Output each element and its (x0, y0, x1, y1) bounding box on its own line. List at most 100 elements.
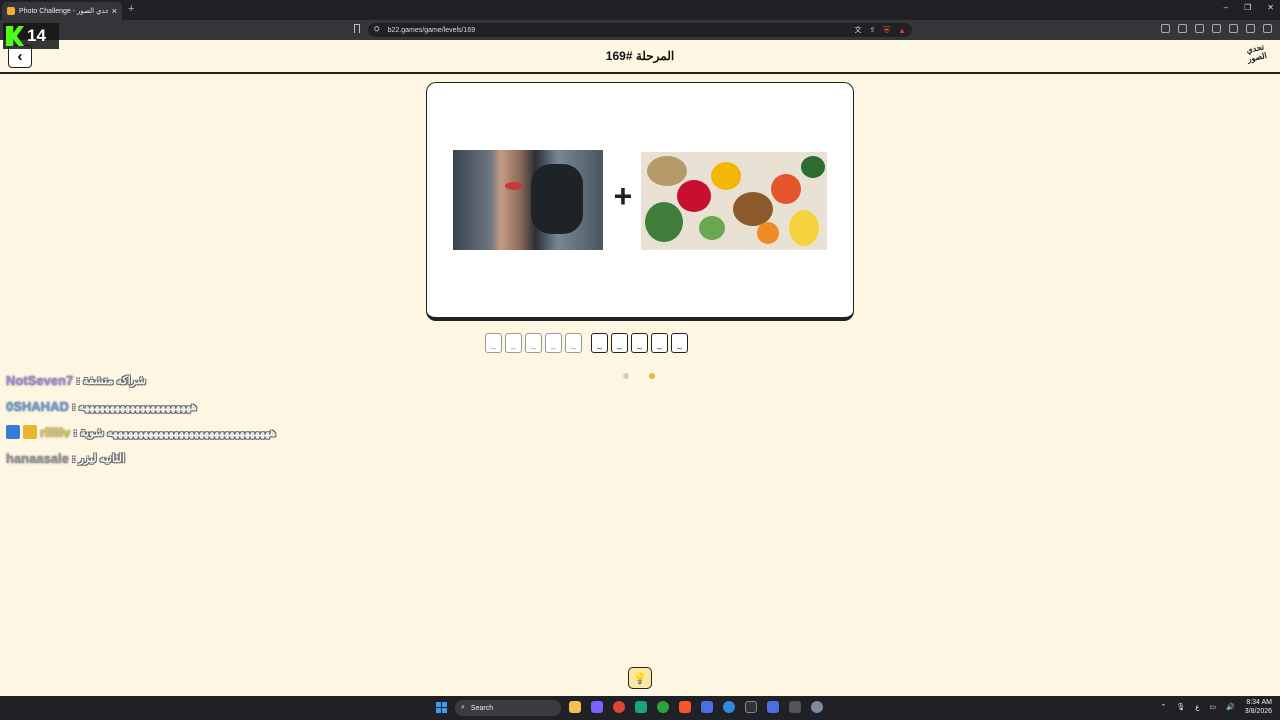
progress-dots (623, 373, 655, 379)
brave-icon[interactable] (679, 701, 691, 713)
restore-button[interactable]: ❐ (1244, 3, 1251, 12)
slit-lamp-detail (531, 164, 583, 234)
extensions-area (1161, 24, 1272, 33)
letter-slot[interactable]: _ (525, 333, 542, 353)
food-detail (699, 216, 725, 240)
chat-badge-icon (23, 425, 37, 439)
chat-text: : شراكه متشفة (76, 374, 146, 387)
translate-icon[interactable]: 文 (854, 25, 861, 35)
chrome-icon[interactable] (613, 701, 625, 713)
letter-slot[interactable]: _ (565, 333, 582, 353)
game-logo: تحدي الصور (1245, 42, 1268, 64)
letter-slot[interactable]: _ (591, 333, 608, 353)
chat-message: 0SHAHAD: ههههههههههههههههههههههه (6, 393, 276, 419)
mic-icon[interactable]: 🎙 (1176, 703, 1185, 711)
address-bar[interactable]: ⛭ b22.games/game/levels/169 文 ⇪ ⛨ ▲ (368, 23, 912, 37)
sidebar-icon[interactable] (1161, 24, 1170, 33)
new-tab-button[interactable]: + (128, 3, 134, 15)
clock-time: 8:34 AM (1246, 699, 1272, 706)
url-text: b22.games/game/levels/169 (387, 26, 476, 34)
windows-taskbar: ⌕ Search ⌃ 🎙 ع ▭ 🔊 8:34 AM 3/8/2026 (0, 696, 1280, 720)
language-indicator[interactable]: ع (1195, 703, 1199, 711)
eye-exam-image (453, 150, 603, 250)
settings-icon[interactable] (811, 701, 823, 713)
game-header: ‹ المرحلة #169 تحدي الصور (0, 40, 1280, 74)
eye-detail (505, 182, 523, 190)
food-detail (647, 156, 687, 186)
wallet-icon[interactable] (1212, 24, 1221, 33)
clock[interactable]: 8:34 AM 3/8/2026 (1245, 698, 1272, 716)
rewards-icon[interactable]: ▲ (898, 26, 906, 35)
chat-text: : الثانيه ليزر (71, 452, 126, 465)
letter-slot[interactable]: _ (611, 333, 628, 353)
puzzle-card: + (426, 82, 854, 321)
terminal-icon[interactable] (789, 701, 801, 713)
start-icon[interactable] (436, 702, 447, 713)
clock-date: 3/8/2026 (1244, 708, 1272, 715)
chat-message: hanaasale: الثانيه ليزر (6, 445, 276, 471)
share-icon[interactable]: ⇪ (869, 26, 875, 34)
food-detail (645, 202, 683, 242)
edge-icon[interactable] (723, 701, 735, 713)
plus-sign: + (613, 178, 633, 214)
stream-chat: NotSeven7: شراكه متشفة 0SHAHAD: ههههههههه… (6, 367, 276, 471)
bookmark-icon[interactable] (354, 24, 360, 33)
extensions-icon[interactable] (1229, 24, 1238, 33)
letter-slot[interactable]: _ (545, 333, 562, 353)
answer-word-2: _ _ _ _ _ (591, 333, 688, 353)
taskbar-search[interactable]: ⌕ Search (455, 700, 561, 716)
app-icon[interactable] (635, 701, 647, 713)
chat-badge-icon (6, 425, 20, 439)
reading-list-icon[interactable] (1195, 24, 1204, 33)
browser-toolbar: ⛭ b22.games/game/levels/169 文 ⇪ ⛨ ▲ (0, 20, 1280, 40)
discord-icon[interactable] (591, 701, 603, 713)
shield-app-icon[interactable] (701, 701, 713, 713)
chat-text: : ههههههههههههههههههههههه (71, 400, 197, 413)
letter-slot[interactable]: _ (631, 333, 648, 353)
minimize-button[interactable]: – (1224, 3, 1228, 12)
search-label: Search (470, 704, 494, 712)
site-info-icon[interactable]: ⛭ (374, 26, 380, 34)
chat-username: hanaasale (6, 450, 69, 466)
food-detail (757, 222, 779, 244)
system-tray: ⌃ 🎙 ع ▭ 🔊 8:34 AM 3/8/2026 (1160, 698, 1272, 716)
bluebird-icon[interactable] (767, 701, 779, 713)
chat-username: 0SHAHAD (6, 398, 69, 414)
chat-message: NotSeven7: شراكه متشفة (6, 367, 276, 393)
food-detail (789, 210, 819, 246)
chat-username: rlllllv (40, 424, 71, 440)
food-detail (677, 180, 711, 212)
letter-slot[interactable]: _ (505, 333, 522, 353)
capcut-icon[interactable] (745, 701, 757, 713)
chevron-up-icon[interactable]: ⌃ (1160, 703, 1166, 711)
lightbulb-icon: 💡 (633, 672, 647, 685)
hint-button[interactable]: 💡 (628, 667, 652, 689)
xbox-icon[interactable] (657, 701, 669, 713)
kick-logo-icon (6, 26, 24, 46)
close-tab-icon[interactable]: × (112, 6, 117, 16)
window-controls: – ❐ ✕ (1224, 3, 1274, 12)
answer-word-1: _ _ _ _ _ (485, 333, 582, 353)
network-icon[interactable]: ▭ (1209, 703, 1216, 711)
close-window-button[interactable]: ✕ (1267, 3, 1274, 12)
letter-slot[interactable]: _ (671, 333, 688, 353)
progress-dot (623, 373, 629, 379)
browser-tab[interactable]: Photo Challenge - تحدي الصور × (2, 2, 122, 20)
progress-dot (649, 373, 655, 379)
menu-icon[interactable] (1263, 24, 1272, 33)
volume-icon[interactable]: 🔊 (1226, 703, 1235, 711)
chat-message: rlllllv: ههههههههههههههههههههههههههههههه… (6, 419, 276, 445)
favicon-icon (7, 7, 15, 15)
chat-text: : ههههههههههههههههههههههههههههههههه شوية (73, 426, 276, 439)
letter-slot[interactable]: _ (651, 333, 668, 353)
browser-tab-bar: Photo Challenge - تحدي الصور × + – ❐ ✕ (0, 0, 1280, 20)
vpn-icon[interactable] (1246, 24, 1255, 33)
kick-viewer-overlay: 14 (3, 23, 59, 49)
search-icon: ⌕ (461, 704, 465, 711)
media-icon[interactable] (1178, 24, 1187, 33)
brave-shield-icon[interactable]: ⛨ (883, 25, 890, 36)
food-detail (771, 174, 801, 204)
healthy-food-image (641, 152, 827, 250)
letter-slot[interactable]: _ (485, 333, 502, 353)
file-explorer-icon[interactable] (569, 701, 581, 713)
